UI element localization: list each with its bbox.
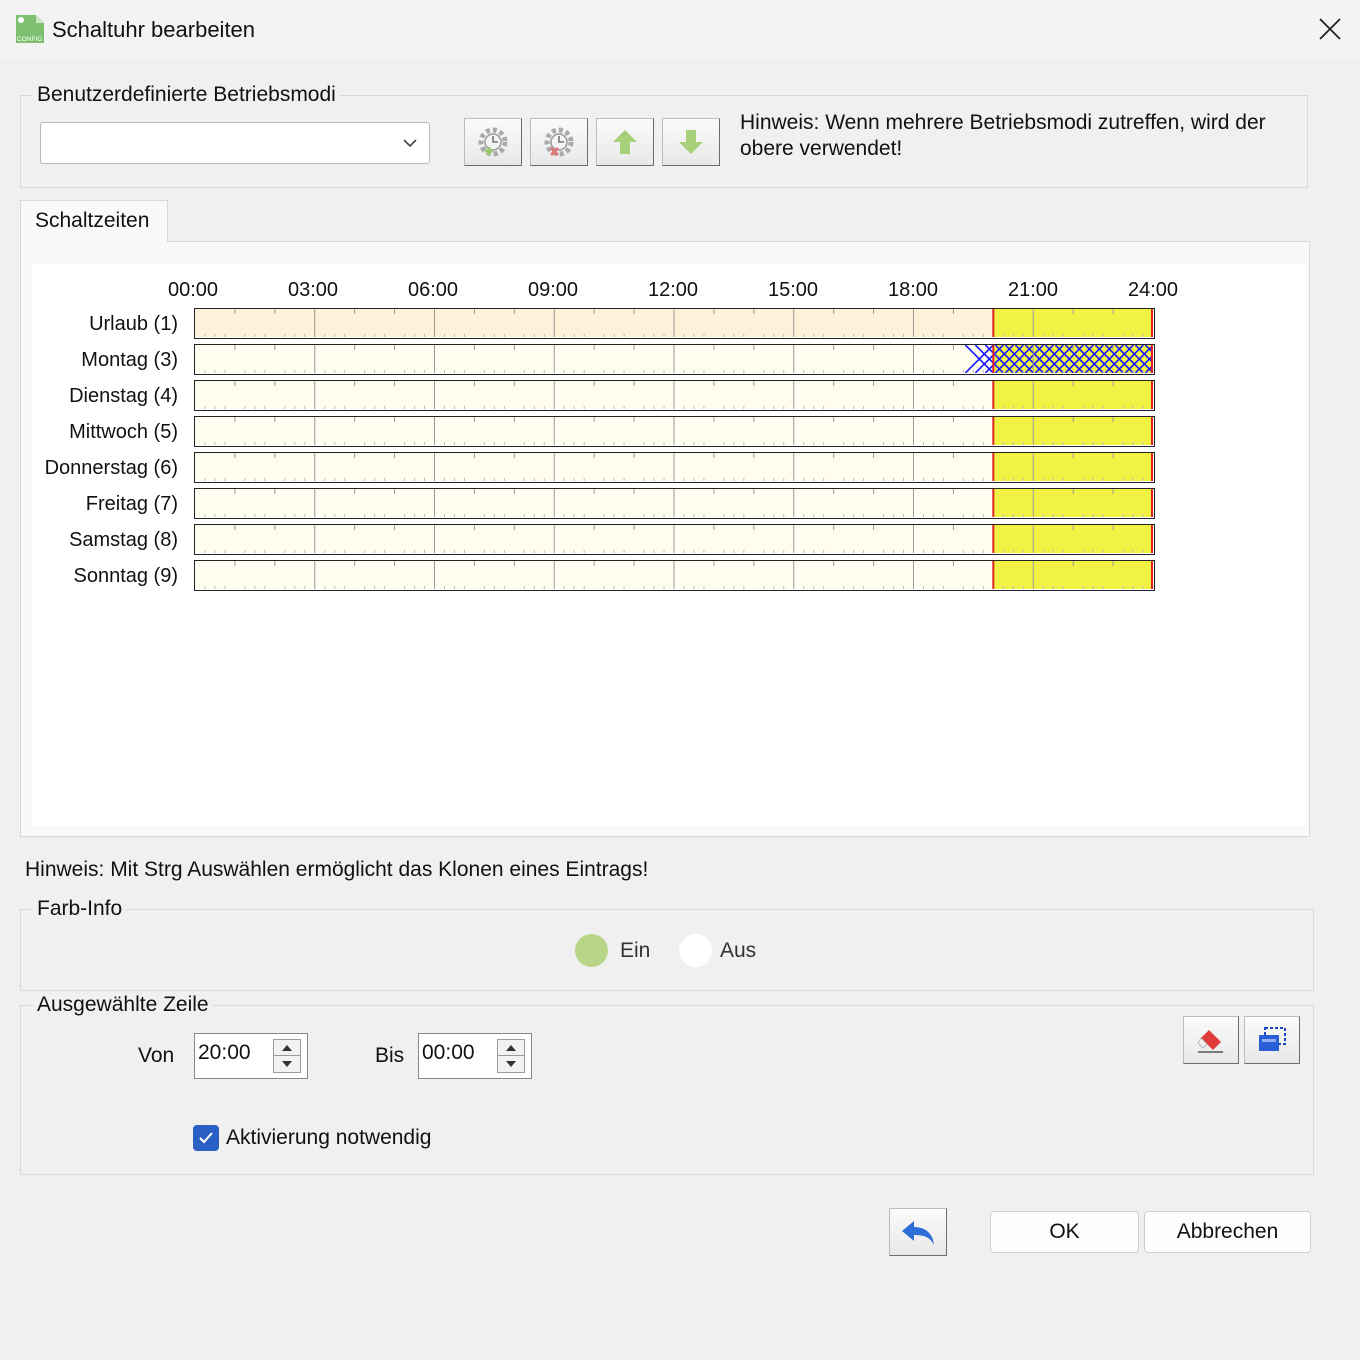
cancel-button[interactable]: Abbrechen	[1144, 1211, 1311, 1253]
from-spin-up[interactable]	[274, 1040, 300, 1056]
day-bar-graphic	[195, 309, 1153, 337]
hour-label: 15:00	[767, 279, 819, 301]
selected-row-legend: Ausgewählte Zeile	[33, 993, 213, 1017]
to-spin-down[interactable]	[498, 1056, 524, 1072]
hour-label: 18:00	[887, 279, 939, 301]
config-app-icon: CONFIG	[16, 15, 44, 43]
title-bar: CONFIG Schaltuhr bearbeiten	[0, 0, 1360, 60]
hour-label: 12:00	[647, 279, 699, 301]
off-color-swatch	[679, 934, 712, 967]
day-bar-graphic	[195, 417, 1153, 445]
day-bar-mittwoch[interactable]	[194, 416, 1155, 447]
day-bar-graphic	[195, 381, 1153, 409]
clone-row-button[interactable]	[1244, 1016, 1300, 1064]
day-bar-graphic	[195, 561, 1153, 589]
day-bar-donnerstag[interactable]	[194, 452, 1155, 483]
activation-label[interactable]: Aktivierung notwendig	[226, 1126, 431, 1150]
to-spin-up[interactable]	[498, 1040, 524, 1056]
tab-schaltzeiten[interactable]: Schaltzeiten	[20, 200, 168, 242]
from-spinner	[273, 1039, 301, 1073]
ok-button[interactable]: OK	[990, 1211, 1139, 1253]
hour-label: 09:00	[527, 279, 579, 301]
to-spinner	[497, 1039, 525, 1073]
checkmark-icon	[199, 1132, 213, 1144]
arrow-up-icon	[613, 130, 637, 154]
add-mode-button[interactable]	[464, 118, 522, 166]
on-label: Ein	[620, 939, 651, 962]
on-color-swatch	[575, 934, 608, 967]
hour-label: 06:00	[407, 279, 459, 301]
move-down-button[interactable]	[662, 118, 720, 166]
day-bar-dienstag[interactable]	[194, 380, 1155, 411]
activation-checkbox[interactable]	[193, 1125, 219, 1151]
to-label: Bis	[375, 1044, 405, 1067]
day-label-mittwoch: Mittwoch (5)	[69, 421, 178, 443]
color-info-legend: Farb-Info	[33, 897, 127, 921]
clone-hint: Hinweis: Mit Strg Auswählen ermöglicht d…	[25, 858, 649, 881]
add-mode-icon	[478, 127, 508, 157]
modes-group-legend: Benutzerdefinierte Betriebsmodi	[33, 83, 340, 107]
day-label-samstag: Samstag (8)	[69, 529, 178, 551]
day-bar-graphic	[195, 525, 1153, 553]
eraser-icon	[1197, 1030, 1223, 1053]
day-label-donnerstag: Donnerstag (6)	[44, 457, 178, 479]
day-label-montag: Montag (3)	[81, 349, 178, 371]
day-label-urlaub: Urlaub (1)	[89, 313, 178, 335]
day-bar-graphic	[195, 453, 1153, 481]
day-label-dienstag: Dienstag (4)	[69, 385, 178, 407]
day-bar-montag[interactable]	[194, 344, 1155, 375]
undo-icon	[902, 1221, 934, 1245]
caret-down-icon	[506, 1061, 516, 1067]
to-time-field	[418, 1033, 532, 1079]
day-label-sonntag: Sonntag (9)	[73, 565, 178, 587]
hour-label: 24:00	[1127, 279, 1179, 301]
hour-label: 21:00	[1007, 279, 1059, 301]
clone-icon	[1259, 1027, 1286, 1051]
close-icon	[1319, 18, 1341, 40]
arrow-down-icon	[679, 130, 703, 154]
color-info-group: Farb-Info	[20, 897, 1314, 991]
undo-button[interactable]	[889, 1208, 947, 1256]
erase-row-button[interactable]	[1183, 1016, 1239, 1064]
hour-label: 03:00	[287, 279, 339, 301]
delete-mode-button[interactable]	[530, 118, 588, 166]
day-label-freitag: Freitag (7)	[85, 493, 178, 515]
from-time-input[interactable]	[198, 1041, 270, 1065]
to-time-input[interactable]	[422, 1041, 494, 1065]
chevron-down-icon	[403, 139, 417, 148]
day-bar-graphic	[195, 345, 1153, 373]
day-bar-urlaub[interactable]	[194, 308, 1155, 339]
svg-text:CONFIG: CONFIG	[17, 36, 42, 43]
caret-down-icon	[282, 1061, 292, 1067]
off-label: Aus	[720, 939, 757, 962]
mode-select[interactable]	[40, 122, 430, 164]
move-up-button[interactable]	[596, 118, 654, 166]
delete-mode-icon	[544, 127, 574, 157]
from-label: Von	[138, 1044, 175, 1067]
window-title: Schaltuhr bearbeiten	[52, 17, 256, 42]
day-bar-sonntag[interactable]	[194, 560, 1155, 591]
from-time-field	[194, 1033, 308, 1079]
day-bar-graphic	[195, 489, 1153, 517]
day-bar-samstag[interactable]	[194, 524, 1155, 555]
hour-label: 00:00	[167, 279, 219, 301]
from-spin-down[interactable]	[274, 1056, 300, 1072]
day-bar-freitag[interactable]	[194, 488, 1155, 519]
caret-up-icon	[506, 1044, 516, 1051]
close-button[interactable]	[1300, 0, 1360, 58]
modes-hint: Hinweis: Wenn mehrere Betriebsmodi zutre…	[740, 111, 1266, 160]
caret-up-icon	[282, 1044, 292, 1051]
